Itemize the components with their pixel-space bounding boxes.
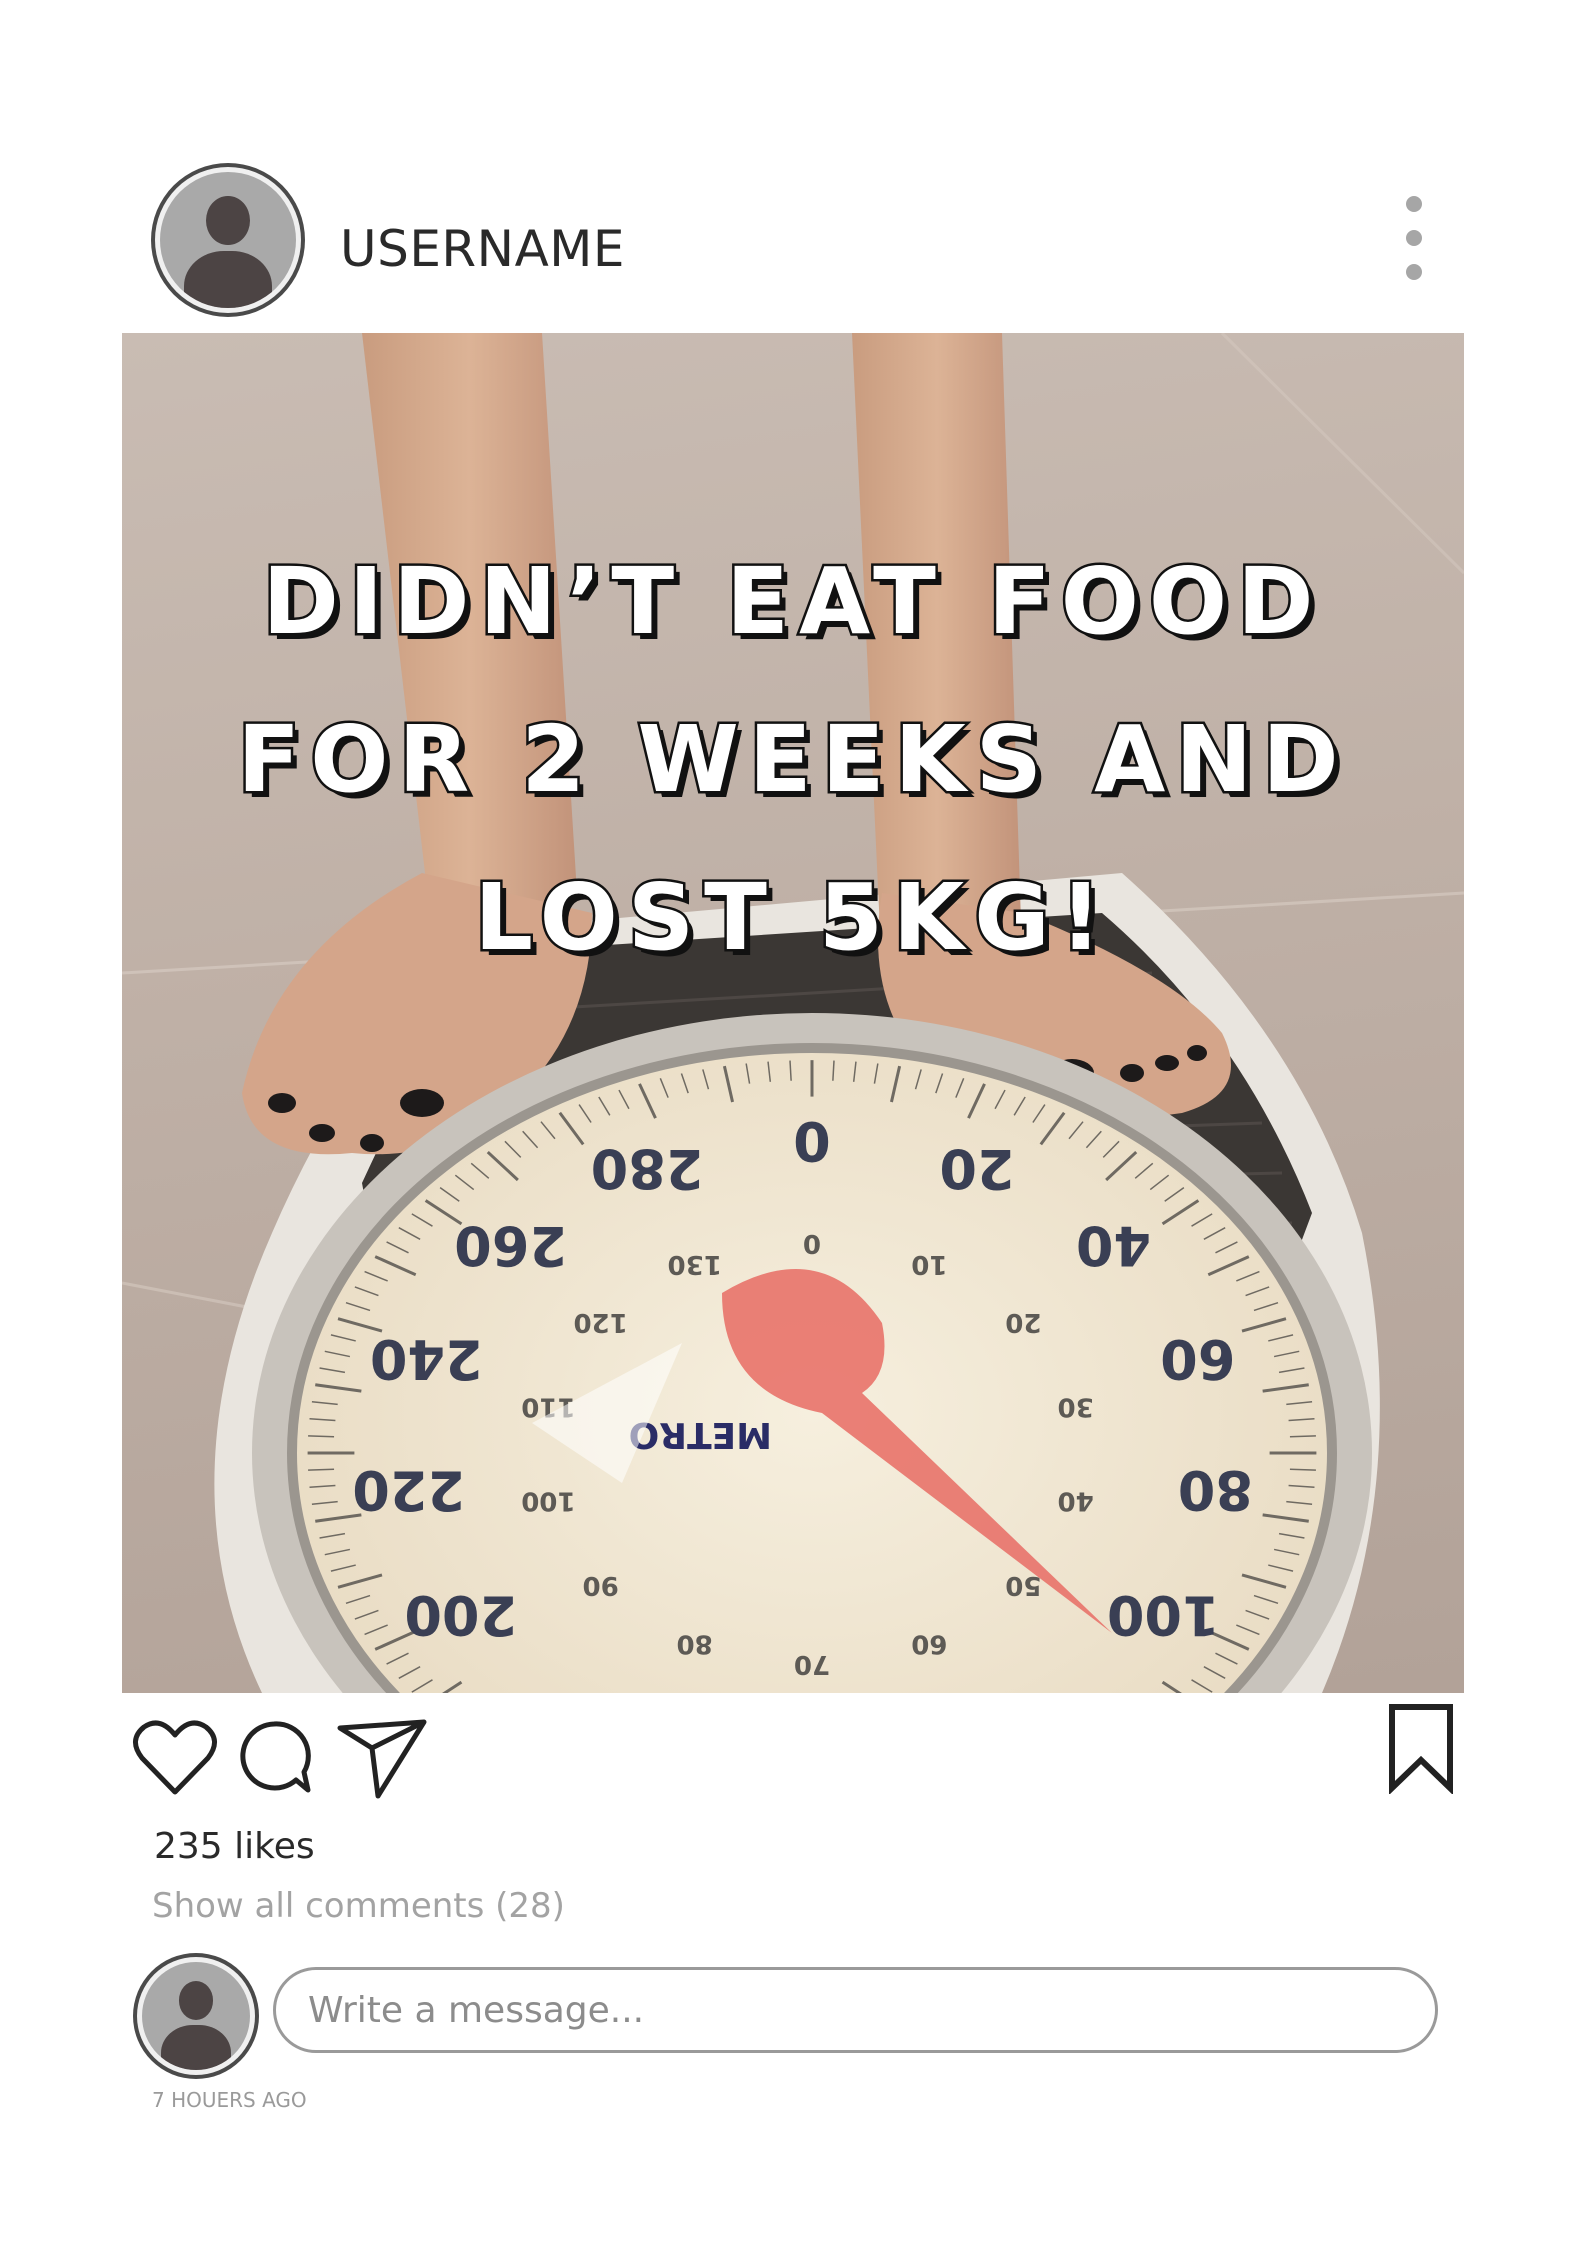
comment-icon[interactable]: [234, 1718, 314, 1798]
likes-count: 235 likes: [154, 1826, 315, 1867]
dial-label: 20: [939, 1137, 1014, 1200]
avatar-head: [178, 1981, 214, 2021]
bookmark-icon[interactable]: [1386, 1702, 1456, 1794]
caption-line: DIDN’T EAT FOOD: [260, 546, 1324, 658]
dial-label: 200: [404, 1583, 517, 1646]
send-icon[interactable]: [334, 1718, 430, 1800]
dial-label: 90: [582, 1570, 618, 1600]
post-card: USERNAME 0 20 40 60 80 100 200 220 240 2…: [0, 0, 1587, 2245]
dial-label: 60: [911, 1628, 947, 1658]
caption-line: LOST 5KG!: [472, 862, 1112, 974]
dial-label: 120: [994, 1681, 1107, 1693]
dial-label: 80: [677, 1628, 713, 1658]
caption-line: FOR 2 WEEKS AND: [235, 704, 1349, 816]
user-avatar[interactable]: [160, 172, 296, 308]
more-vertical-icon[interactable]: [1402, 196, 1426, 286]
dial-label: 100: [1107, 1583, 1220, 1646]
dial-label: 240: [370, 1328, 483, 1391]
dial-label: 40: [1076, 1214, 1151, 1277]
dial-label: 60: [1160, 1328, 1235, 1391]
dial-label: 100: [521, 1485, 575, 1515]
dial-tick: [1289, 1435, 1316, 1438]
dial-label: 70: [794, 1649, 830, 1679]
dial-tick: [1289, 1468, 1316, 1471]
dial-label: 20: [1005, 1307, 1041, 1337]
avatar-body: [184, 250, 272, 308]
message-input[interactable]: [273, 1967, 1438, 2053]
show-comments-link[interactable]: Show all comments (28): [152, 1886, 565, 1926]
avatar-body: [161, 2024, 231, 2070]
post-photo: 020406080100120140160180200220240260280 …: [122, 333, 1464, 1693]
dial-tick: [308, 1435, 335, 1438]
dial-label: 120: [573, 1307, 627, 1337]
post-timestamp: 7 HOUERS AGO: [152, 2088, 307, 2112]
dial-label: 260: [454, 1214, 567, 1277]
dial-label: 0: [793, 1109, 831, 1172]
dial-label: 220: [352, 1458, 465, 1521]
avatar-head: [206, 196, 250, 246]
dial-label: 80: [1178, 1458, 1253, 1521]
username[interactable]: USERNAME: [340, 220, 625, 278]
dial-label: 130: [668, 1249, 722, 1279]
dial-label: 180: [517, 1681, 630, 1693]
dial-label: 0: [803, 1228, 821, 1258]
commenter-avatar: [142, 1962, 250, 2070]
heart-icon[interactable]: [132, 1718, 218, 1798]
dial-label: 10: [911, 1249, 947, 1279]
scale-brand: METRO: [629, 1414, 772, 1455]
dial-label: 280: [591, 1137, 704, 1200]
dial-label: 30: [1058, 1392, 1094, 1422]
post-caption: DIDN’T EAT FOOD FOR 2 WEEKS AND LOST 5KG…: [122, 523, 1464, 997]
dial-label: 40: [1058, 1485, 1094, 1515]
dial-tick: [308, 1468, 335, 1471]
